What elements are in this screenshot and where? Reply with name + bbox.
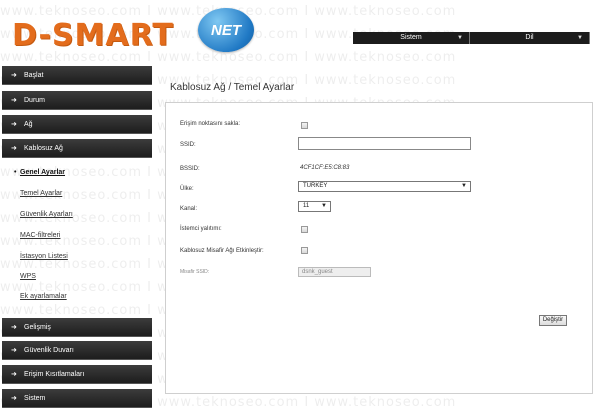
sidebar-item-sistem[interactable]: ➜ Sistem <box>2 389 152 408</box>
top-menu-bar: Sistem ▼ Dil ▼ <box>353 32 590 44</box>
hide-ap-checkbox[interactable] <box>301 122 308 129</box>
chevron-down-icon: ▼ <box>461 183 467 189</box>
sidebar-subitem-label: Genel Ayarlar <box>20 169 66 176</box>
guest-network-checkbox[interactable] <box>301 247 308 254</box>
header: D-SMART NET Sistem ▼ Dil ▼ <box>0 0 600 58</box>
page-title: Kablosuz Ağ / Temel Ayarlar <box>170 82 295 93</box>
apply-button[interactable]: Değiştir <box>539 315 567 326</box>
sidebar-item-label: Erişim Kısıtlamaları <box>24 371 85 378</box>
sidebar-item-kablosuz-ag[interactable]: ➜ Kablosuz Ağ <box>2 139 152 158</box>
channel-select[interactable]: 11 ▼ <box>298 201 331 212</box>
menu-sistem[interactable]: Sistem ▼ <box>353 32 470 44</box>
sidebar-item-guvenlik-duvari[interactable]: ➜ Güvenlik Duvarı <box>2 341 152 360</box>
country-select[interactable]: TURKEY ▼ <box>298 181 471 192</box>
sidebar-subitem-mac-filtreleri[interactable]: MAC-filtreleri <box>20 232 60 239</box>
guest-ssid-value: dsnk_guest <box>302 269 333 275</box>
logo-text: D-SMART <box>12 18 174 53</box>
client-isolation-checkbox[interactable] <box>301 226 308 233</box>
country-label: Ülke: <box>180 186 194 192</box>
sidebar-item-gelismis[interactable]: ➜ Gelişmiş <box>2 318 152 337</box>
sidebar-subitem-temel-ayarlar[interactable]: Temel Ayarlar <box>20 190 62 197</box>
chevron-down-icon: ▼ <box>577 35 583 41</box>
ssid-input[interactable] <box>298 137 471 150</box>
bullet-icon: • <box>14 169 17 176</box>
chevron-down-icon: ▼ <box>321 203 327 209</box>
bssid-value: 4CF1CF:E5:C8:83 <box>300 165 350 171</box>
arrow-right-icon: ➜ <box>11 395 17 402</box>
arrow-right-icon: ➜ <box>11 371 17 378</box>
arrow-right-icon: ➜ <box>11 324 17 331</box>
sidebar-item-label: Ağ <box>24 121 33 128</box>
arrow-right-icon: ➜ <box>11 72 17 79</box>
sidebar-subitem-guvenlik-ayarlari[interactable]: Güvenlik Ayarları <box>20 211 73 218</box>
sidebar-subitem-ek-ayarlamalar[interactable]: Ek ayarlamalar <box>20 293 67 300</box>
sidebar-subitem-istasyon-listesi[interactable]: İstasyon Listesi <box>20 253 68 260</box>
sidebar-item-baslat[interactable]: ➜ Başlat <box>2 66 152 85</box>
sidebar-subitem-genel-ayarlar[interactable]: • Genel Ayarlar <box>14 169 66 176</box>
chevron-down-icon: ▼ <box>457 35 463 41</box>
menu-dil-label: Dil <box>525 34 534 41</box>
channel-select-value: 11 <box>303 203 310 209</box>
logo-net-badge: NET <box>198 8 254 52</box>
sidebar-item-label: Güvenlik Duvarı <box>24 347 74 354</box>
guest-network-label: Kablosuz Misafir Ağı Etkinleştir: <box>180 248 264 254</box>
menu-sistem-label: Sistem <box>400 34 422 41</box>
sidebar-subitem-wps[interactable]: WPS <box>20 273 36 280</box>
arrow-right-icon: ➜ <box>11 145 17 152</box>
sidebar-item-ag[interactable]: ➜ Ağ <box>2 115 152 134</box>
hide-ap-label: Erişim noktasını sakla: <box>180 121 241 127</box>
sidebar-item-label: Başlat <box>24 72 44 79</box>
sidebar-item-label: Sistem <box>24 395 46 402</box>
sidebar-item-label: Gelişmiş <box>24 324 51 331</box>
sidebar: ➜ Başlat ➜ Durum ➜ Ağ ➜ Kablosuz Ağ • Ge… <box>0 60 152 417</box>
client-isolation-label: İstemci yalıtımı: <box>180 226 222 232</box>
sidebar-item-label: Kablosuz Ağ <box>24 145 63 152</box>
arrow-right-icon: ➜ <box>11 97 17 104</box>
arrow-right-icon: ➜ <box>11 347 17 354</box>
sidebar-item-durum[interactable]: ➜ Durum <box>2 91 152 110</box>
menu-dil[interactable]: Dil ▼ <box>470 32 590 44</box>
sidebar-item-erisim-kisitlamalari[interactable]: ➜ Erişim Kısıtlamaları <box>2 365 152 384</box>
guest-ssid-input[interactable]: dsnk_guest <box>298 267 371 277</box>
dsmart-logo[interactable]: D-SMART NET <box>8 8 254 54</box>
channel-label: Kanal: <box>180 206 198 212</box>
arrow-right-icon: ➜ <box>11 121 17 128</box>
country-select-value: TURKEY <box>303 183 328 189</box>
guest-ssid-label: Misafir SSID: <box>180 269 210 275</box>
main-content: Kablosuz Ağ / Temel Ayarlar <box>153 60 600 417</box>
bssid-label: BSSID: <box>180 166 200 172</box>
ssid-label: SSID: <box>180 142 196 148</box>
sidebar-item-label: Durum <box>24 97 46 104</box>
